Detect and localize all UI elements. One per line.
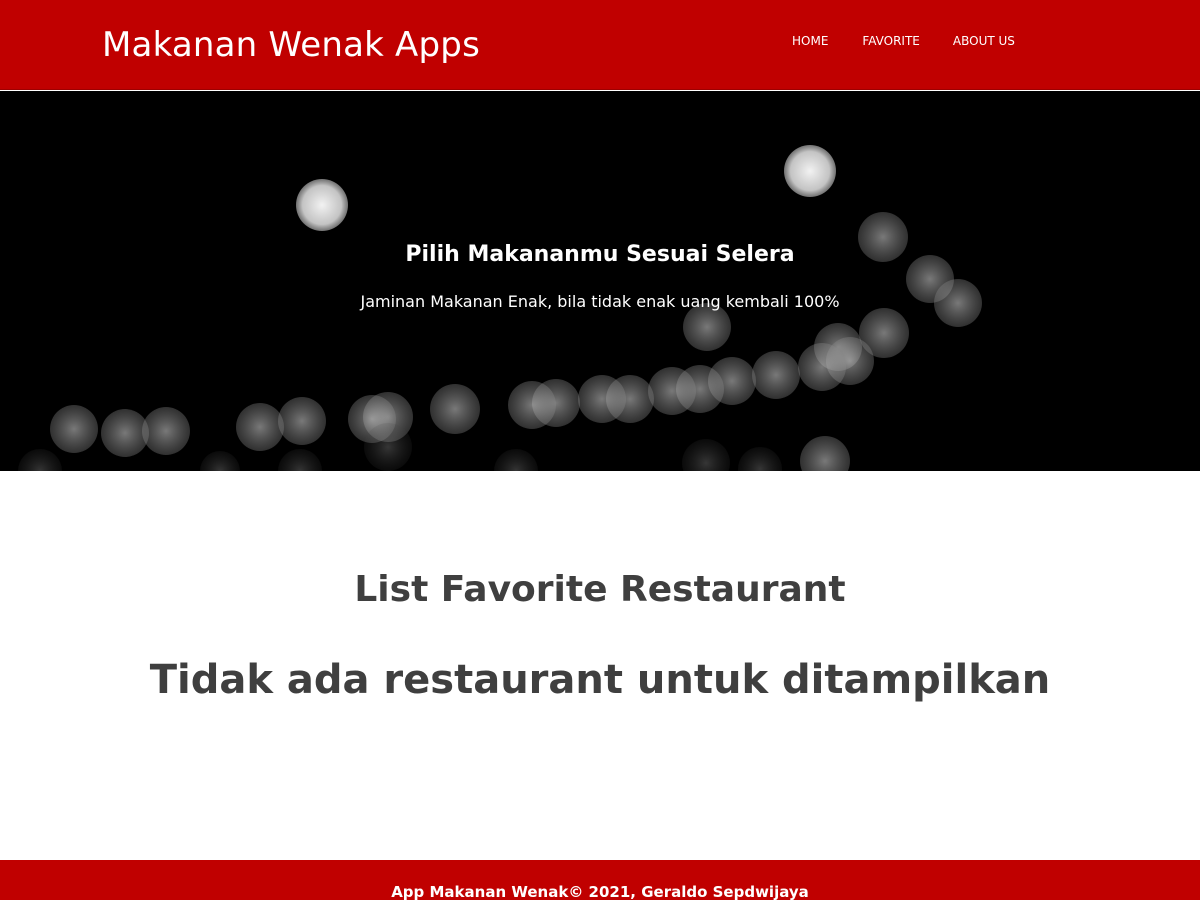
main-nav: HOME FAVORITE ABOUT US: [792, 32, 1015, 50]
app-title: Makanan Wenak Apps: [102, 25, 480, 65]
hero-banner: Pilih Makananmu Sesuai Selera Jaminan Ma…: [0, 91, 1200, 471]
nav-link-about-us[interactable]: ABOUT US: [953, 32, 1015, 50]
hero-bokeh-background-image: [18, 145, 982, 471]
nav-link-favorite[interactable]: FAVORITE: [862, 32, 919, 50]
app-header: Makanan Wenak Apps HOME FAVORITE ABOUT U…: [0, 0, 1200, 90]
empty-state-message: Tidak ada restaurant untuk ditampilkan: [149, 657, 1051, 703]
app-footer: App Makanan Wenak© 2021, Geraldo Sepdwij…: [0, 860, 1200, 900]
footer-copyright: App Makanan Wenak© 2021, Geraldo Sepdwij…: [391, 883, 809, 900]
nav-link-home[interactable]: HOME: [792, 32, 828, 50]
hero-title: Pilih Makananmu Sesuai Selera: [405, 242, 795, 267]
favorite-list-title: List Favorite Restaurant: [354, 569, 846, 610]
hero-subtitle: Jaminan Makanan Enak, bila tidak enak ua…: [360, 292, 840, 311]
main-content: List Favorite Restaurant Tidak ada resta…: [0, 471, 1200, 860]
